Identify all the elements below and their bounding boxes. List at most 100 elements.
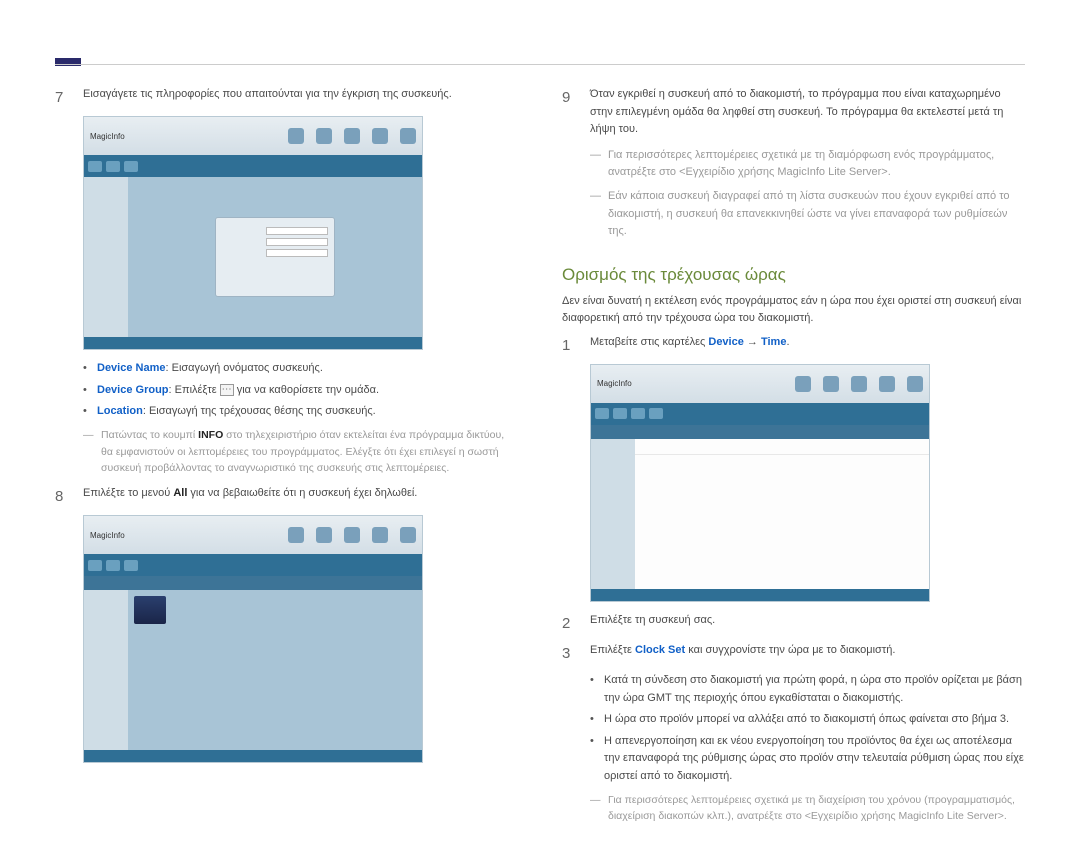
step-number: 3 <box>562 642 576 666</box>
note-time-management: Για περισσότερες λεπτομέρειες σχετικά με… <box>590 792 1025 826</box>
shot-footer <box>84 750 422 762</box>
arrow: → <box>744 336 761 348</box>
ellipsis-button-icon <box>220 384 234 396</box>
sidebar <box>591 439 635 589</box>
toolbar-button <box>106 560 120 571</box>
toolbar <box>591 403 929 425</box>
nav-icon <box>344 527 360 543</box>
toolbar-button <box>631 408 645 419</box>
time-tab-label: Time <box>761 336 786 348</box>
step-9: 9 Όταν εγκριθεί η συσκευή από το διακομι… <box>562 86 1025 139</box>
step-8: 8 Επιλέξτε το μενού All για να βεβαιωθεί… <box>55 485 518 509</box>
sidebar <box>84 177 128 337</box>
step-text: Επιλέξτε το μενού All για να βεβαιωθείτε… <box>83 485 518 509</box>
field-text: : Επιλέξτε <box>169 384 220 396</box>
nav-icon <box>316 527 332 543</box>
field-label: Device Name <box>97 362 166 374</box>
list-item: Η ώρα στο προϊόν μπορεί να αλλάξει από τ… <box>590 711 1025 729</box>
shot-footer <box>84 337 422 349</box>
step-number: 7 <box>55 86 69 110</box>
time-notes-list: Κατά τη σύνδεση στο διακομιστή για πρώτη… <box>590 672 1025 786</box>
left-column: 7 Εισαγάγετε τις πληροφορίες που απαιτού… <box>55 80 518 833</box>
text: . <box>786 336 789 348</box>
clock-set-label: Clock Set <box>635 644 685 656</box>
list-item: Κατά τη σύνδεση στο διακομιστή για πρώτη… <box>590 672 1025 707</box>
device-tab-label: Device <box>708 336 743 348</box>
field-text: : Εισαγωγή της τρέχουσας θέσης της συσκε… <box>143 405 376 417</box>
main-area <box>128 177 422 337</box>
field-text: για να καθορίσετε την ομάδα. <box>234 384 379 396</box>
app-logo: MagicInfo <box>597 379 632 388</box>
step-2: 2 Επιλέξτε τη συσκευή σας. <box>562 612 1025 636</box>
screenshot-device-list: MagicInfo <box>83 515 423 763</box>
header-rule <box>55 64 1025 65</box>
main-area <box>128 590 422 750</box>
header-icons <box>288 527 416 543</box>
step-text: Εισαγάγετε τις πληροφορίες που απαιτούντ… <box>83 86 518 110</box>
note-info-button: Πατώντας το κουμπί INFO στο τηλεχειριστή… <box>83 427 518 477</box>
step-number: 1 <box>562 334 576 358</box>
toolbar-button <box>88 560 102 571</box>
app-logo: MagicInfo <box>90 531 125 540</box>
header-icons <box>288 128 416 144</box>
step-7: 7 Εισαγάγετε τις πληροφορίες που απαιτού… <box>55 86 518 110</box>
nav-icon <box>316 128 332 144</box>
field-label: Location <box>97 405 143 417</box>
section-intro: Δεν είναι δυνατή η εκτέλεση ενός προγράμ… <box>562 293 1025 328</box>
nav-icon <box>288 128 304 144</box>
note-item: Για περισσότερες λεπτομέρειες σχετικά με… <box>590 147 1025 182</box>
nav-icon <box>288 527 304 543</box>
toolbar <box>84 155 422 177</box>
step-text: Όταν εγκριθεί η συσκευή από το διακομιστ… <box>590 86 1025 139</box>
field-text: : Εισαγωγή ονόματος συσκευής. <box>166 362 323 374</box>
step-3: 3 Επιλέξτε Clock Set και συγχρονίστε την… <box>562 642 1025 666</box>
nav-icon <box>795 376 811 392</box>
toolbar <box>84 554 422 576</box>
approval-dialog <box>215 217 335 297</box>
toolbar-button <box>106 161 120 172</box>
nav-icon <box>344 128 360 144</box>
step-text: Επιλέξτε τη συσκευή σας. <box>590 612 1025 636</box>
main-area <box>635 439 929 589</box>
toolbar-button <box>88 161 102 172</box>
device-thumbnail <box>134 596 166 624</box>
right-column: 9 Όταν εγκριθεί η συσκευή από το διακομι… <box>562 80 1025 833</box>
toolbar-button <box>649 408 663 419</box>
list-item: Device Group: Επιλέξτε για να καθορίσετε… <box>83 382 518 400</box>
toolbar-button <box>595 408 609 419</box>
step-number: 9 <box>562 86 576 139</box>
notes-list: Για περισσότερες λεπτομέρειες σχετικά με… <box>590 147 1025 241</box>
nav-icon <box>372 128 388 144</box>
text: για να βεβαιωθείτε ότι η συσκευή έχει δη… <box>187 487 417 499</box>
table-row <box>635 439 929 455</box>
nav-icon <box>372 527 388 543</box>
device-field-list: Device Name: Εισαγωγή ονόματος συσκευής.… <box>83 360 518 421</box>
nav-icon <box>823 376 839 392</box>
shot-footer <box>591 589 929 601</box>
text: και συγχρονίστε την ώρα με το διακομιστή… <box>685 644 895 656</box>
table-header <box>591 425 929 439</box>
list-item: Device Name: Εισαγωγή ονόματος συσκευής. <box>83 360 518 378</box>
nav-icon <box>400 527 416 543</box>
step-text: Μεταβείτε στις καρτέλες Device → Time. <box>590 334 1025 358</box>
toolbar-button <box>124 560 138 571</box>
app-logo: MagicInfo <box>90 132 125 141</box>
nav-icon <box>851 376 867 392</box>
screenshot-approval: MagicInfo <box>83 116 423 350</box>
text: Μεταβείτε στις καρτέλες <box>590 336 708 348</box>
field-label: Device Group <box>97 384 169 396</box>
section-heading: Ορισμός της τρέχουσας ώρας <box>562 265 1025 285</box>
all-label: All <box>173 487 187 499</box>
list-item: Location: Εισαγωγή της τρέχουσας θέσης τ… <box>83 403 518 421</box>
toolbar-button <box>613 408 627 419</box>
nav-icon <box>400 128 416 144</box>
toolbar-button <box>124 161 138 172</box>
step-number: 2 <box>562 612 576 636</box>
note-item: Εάν κάποια συσκευή διαγραφεί από τη λίστ… <box>590 188 1025 241</box>
nav-icon <box>907 376 923 392</box>
info-label: INFO <box>198 429 223 441</box>
step-1: 1 Μεταβείτε στις καρτέλες Device → Time. <box>562 334 1025 358</box>
step-text: Επιλέξτε Clock Set και συγχρονίστε την ώ… <box>590 642 1025 666</box>
screenshot-time-tab: MagicInfo <box>590 364 930 602</box>
list-item: Η απενεργοποίηση και εκ νέου ενεργοποίησ… <box>590 733 1025 786</box>
